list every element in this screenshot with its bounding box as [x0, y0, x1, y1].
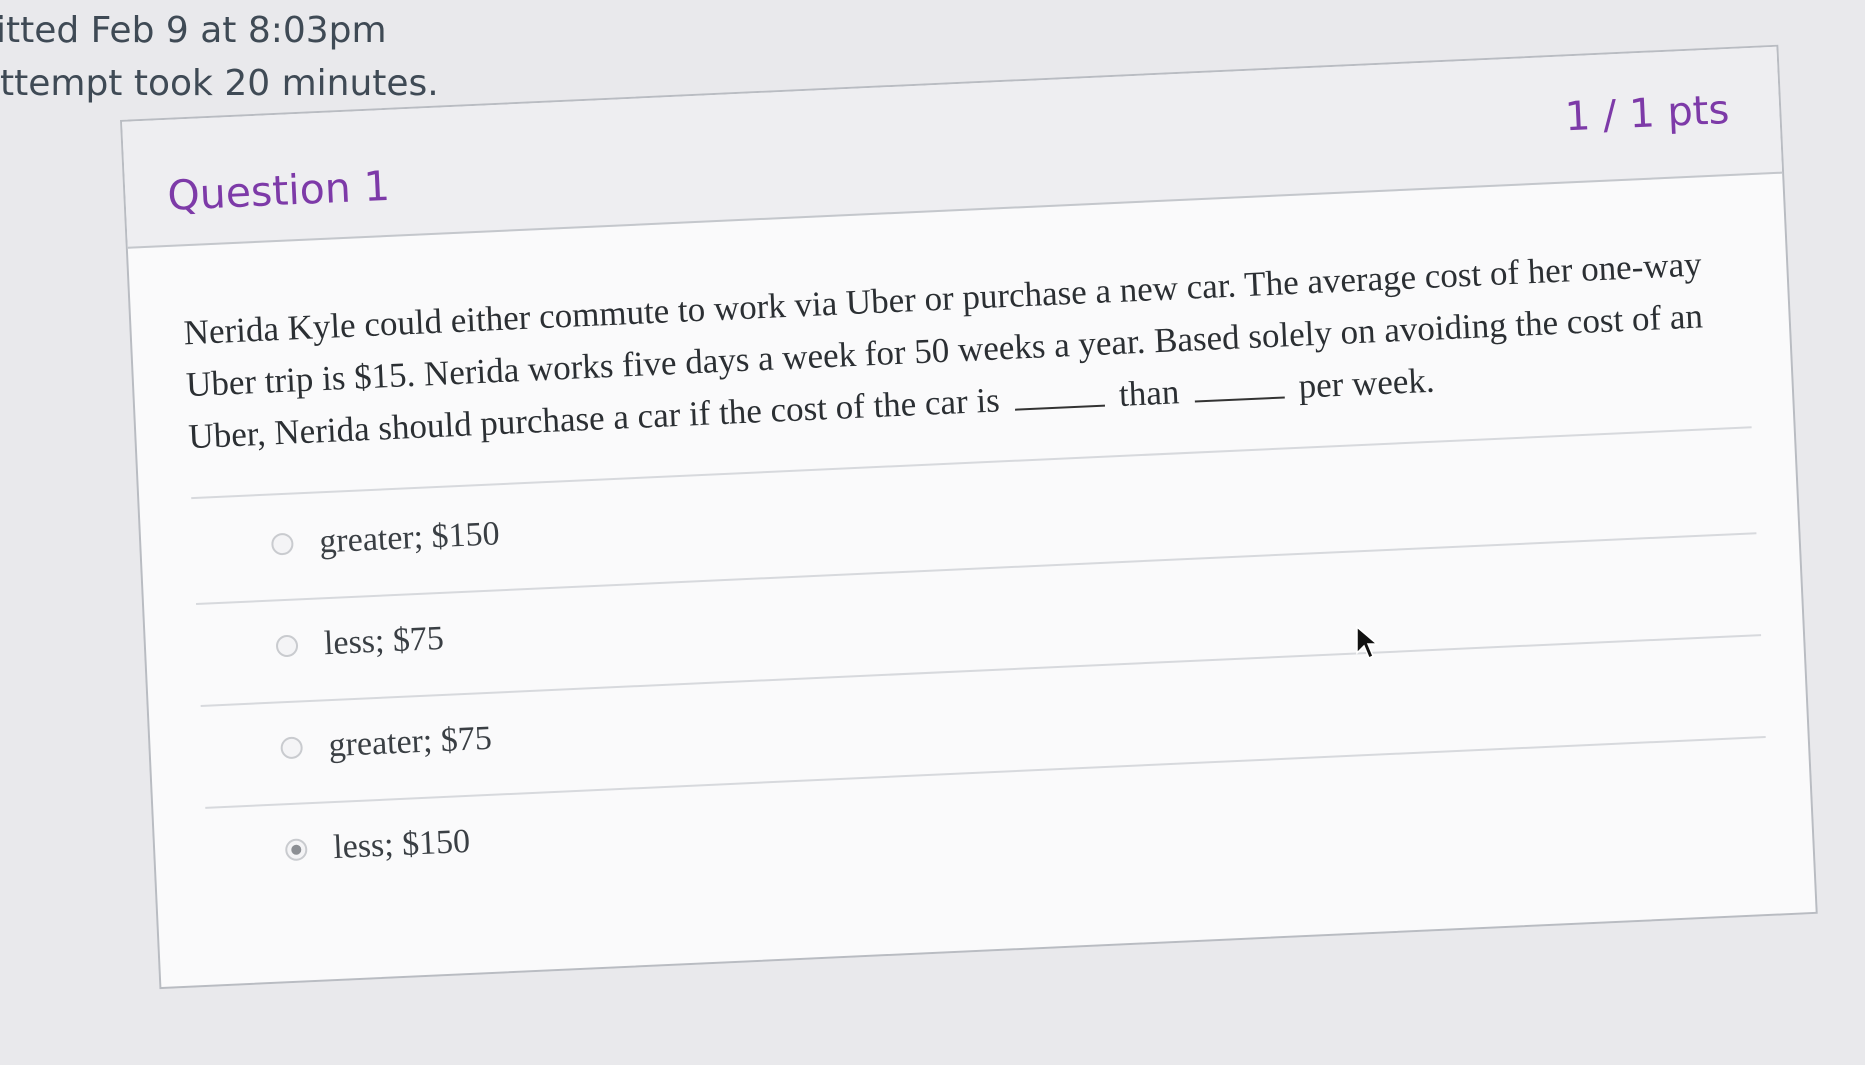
attempt-duration: ttempt took 20 minutes.	[0, 63, 439, 104]
answer-label: greater; $150	[318, 515, 501, 561]
question-text-part3: per week.	[1297, 360, 1436, 406]
radio-button[interactable]	[270, 532, 294, 556]
answer-blank-2	[1194, 396, 1285, 403]
answer-option[interactable]: greater; $150	[270, 515, 501, 563]
radio-button-checked[interactable]	[284, 838, 308, 862]
question-text-part1: Nerida Kyle could either commute to work…	[182, 244, 1704, 457]
answer-option[interactable]: less; $75	[275, 620, 445, 666]
answer-blank-1	[1014, 404, 1105, 411]
question-points: 1 / 1 pts	[1563, 87, 1731, 141]
answer-option-selected[interactable]: less; $150	[284, 822, 471, 869]
question-title: Question 1	[166, 161, 391, 220]
submitted-time: itted Feb 9 at 8:03pm	[0, 10, 387, 51]
question-text-part2: than	[1118, 372, 1181, 414]
answer-label: less; $75	[323, 619, 445, 663]
answer-label: less; $150	[332, 822, 471, 867]
answer-label: greater; $75	[327, 719, 493, 765]
question-card: Question 1 1 / 1 pts Nerida Kyle could e…	[120, 44, 1818, 990]
radio-button[interactable]	[280, 736, 304, 760]
answer-option[interactable]: greater; $75	[280, 720, 493, 768]
radio-button[interactable]	[275, 634, 299, 658]
question-text: Nerida Kyle could either commute to work…	[183, 237, 1748, 464]
mouse-pointer-icon-svg	[1356, 625, 1380, 660]
